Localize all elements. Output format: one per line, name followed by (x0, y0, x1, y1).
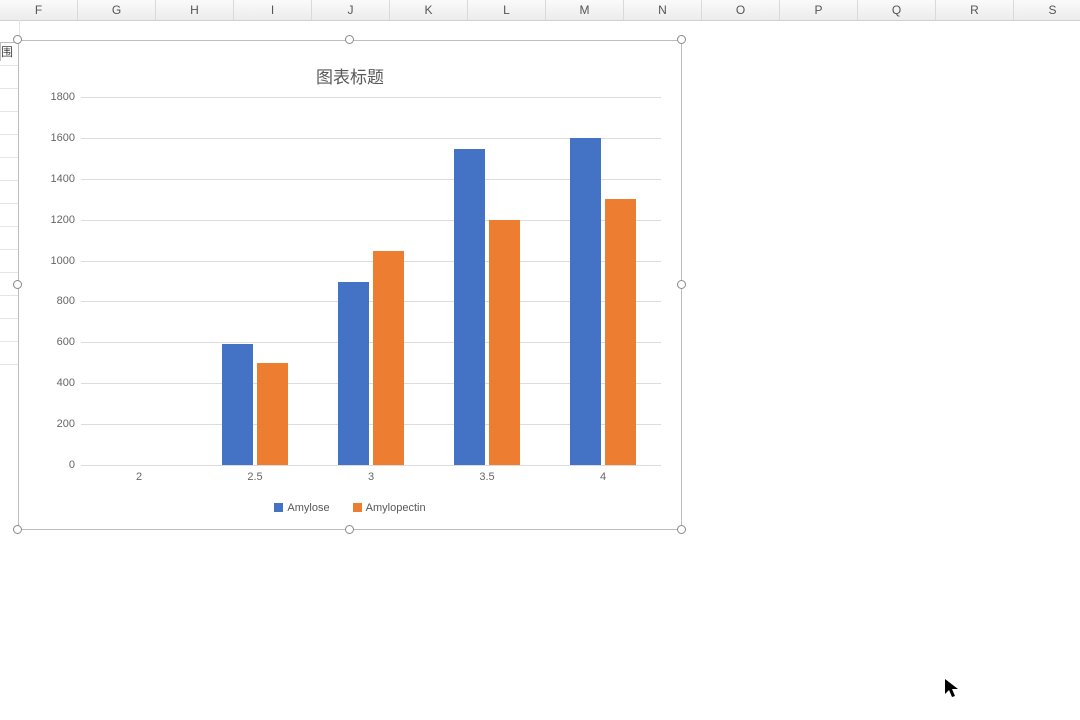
bar-amylose-2.5[interactable] (222, 344, 253, 465)
y-tick-label: 1600 (31, 132, 75, 144)
selection-handle[interactable] (345, 35, 354, 44)
x-tick-label: 3.5 (479, 471, 494, 483)
column-header-Q[interactable]: Q (858, 0, 936, 20)
selection-handle[interactable] (677, 280, 686, 289)
x-tick-label: 4 (600, 471, 606, 483)
selection-handle[interactable] (345, 525, 354, 534)
column-header-G[interactable]: G (78, 0, 156, 20)
selection-handle[interactable] (13, 35, 22, 44)
bar-amylose-4[interactable] (570, 138, 601, 465)
legend-label: Amylopectin (366, 502, 426, 514)
column-header-O[interactable]: O (702, 0, 780, 20)
y-tick-label: 600 (31, 336, 75, 348)
y-tick-label: 200 (31, 418, 75, 430)
legend-label: Amylose (287, 502, 329, 514)
x-tick-label: 3 (368, 471, 374, 483)
legend-item-amylopectin[interactable]: Amylopectin (353, 502, 426, 514)
bar-amylopectin-3.5[interactable] (489, 220, 520, 465)
bar-amylopectin-3[interactable] (373, 251, 404, 465)
column-header-M[interactable]: M (546, 0, 624, 20)
selection-handle[interactable] (13, 525, 22, 534)
legend[interactable]: Amylose Amylopectin (19, 502, 681, 516)
chart-object[interactable]: 图表标题 02004006008001000120014001600180022… (18, 40, 682, 530)
selection-handle[interactable] (13, 280, 22, 289)
bar-amylose-3[interactable] (338, 282, 369, 465)
column-header-H[interactable]: H (156, 0, 234, 20)
y-tick-label: 800 (31, 295, 75, 307)
column-header-I[interactable]: I (234, 0, 312, 20)
y-tick-label: 0 (31, 459, 75, 471)
column-header-S[interactable]: S (1014, 0, 1080, 20)
plot-area[interactable]: 02004006008001000120014001600180022.533.… (81, 97, 661, 465)
y-tick-label: 1800 (31, 91, 75, 103)
column-header-row: FGHIJKLMNOPQRS (0, 0, 1080, 21)
legend-swatch-icon (353, 503, 362, 512)
selection-handle[interactable] (677, 525, 686, 534)
gridline (81, 97, 661, 98)
bar-amylopectin-2.5[interactable] (257, 363, 288, 465)
column-header-R[interactable]: R (936, 0, 1014, 20)
bar-amylopectin-4[interactable] (605, 199, 636, 465)
column-header-P[interactable]: P (780, 0, 858, 20)
plot-inner: 02004006008001000120014001600180022.533.… (81, 97, 661, 465)
y-tick-label: 1400 (31, 173, 75, 185)
y-tick-label: 1200 (31, 214, 75, 226)
cell-fragment-left[interactable]: 围 (0, 42, 20, 61)
chart-title[interactable]: 图表标题 (19, 63, 681, 88)
selection-handle[interactable] (677, 35, 686, 44)
x-tick-label: 2.5 (247, 471, 262, 483)
y-tick-label: 1000 (31, 255, 75, 267)
gridline (81, 465, 661, 466)
column-header-F[interactable]: F (0, 0, 78, 20)
column-header-L[interactable]: L (468, 0, 546, 20)
column-header-K[interactable]: K (390, 0, 468, 20)
bar-amylose-3.5[interactable] (454, 149, 485, 465)
cursor-icon (944, 678, 960, 700)
x-tick-label: 2 (136, 471, 142, 483)
y-tick-label: 400 (31, 377, 75, 389)
legend-item-amylose[interactable]: Amylose (274, 502, 329, 514)
column-header-J[interactable]: J (312, 0, 390, 20)
legend-swatch-icon (274, 503, 283, 512)
row-gutter (0, 20, 20, 360)
column-header-N[interactable]: N (624, 0, 702, 20)
